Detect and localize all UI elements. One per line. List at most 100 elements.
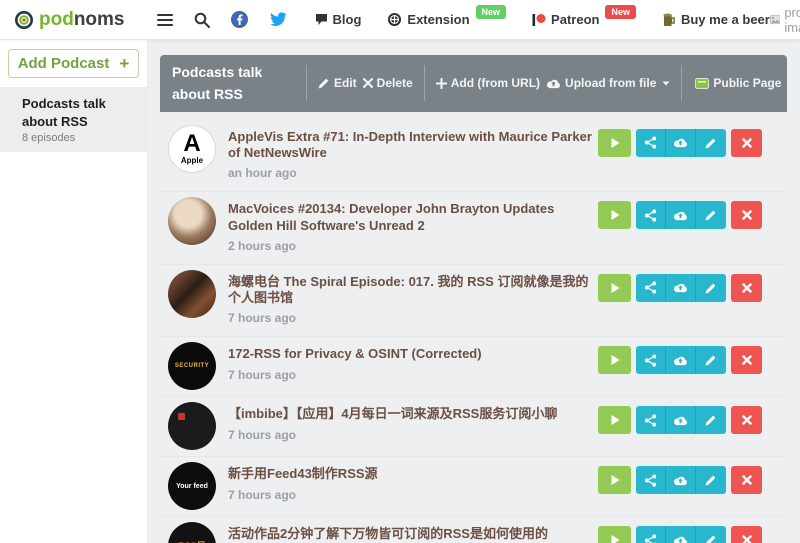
- episode-list: A Apple AppleVis Extra #71: In-Depth Int…: [160, 112, 787, 543]
- share-button[interactable]: [636, 346, 666, 374]
- nav-item-patreon[interactable]: Patreon New: [532, 12, 636, 27]
- twitter-button[interactable]: [267, 10, 289, 29]
- edit-episode-button[interactable]: [696, 526, 726, 543]
- episode-title[interactable]: MacVoices #20134: Developer John Brayton…: [228, 201, 596, 234]
- cloud-download-button[interactable]: [666, 274, 696, 302]
- share-button[interactable]: [636, 526, 666, 543]
- play-button[interactable]: [598, 274, 631, 302]
- edit-episode-button[interactable]: [696, 466, 726, 494]
- play-button[interactable]: [598, 406, 631, 434]
- share-button[interactable]: [636, 129, 666, 157]
- episode-avatar: A Apple: [168, 125, 216, 173]
- delete-episode-button[interactable]: [731, 201, 762, 229]
- nav-item-extension[interactable]: Extension New: [387, 12, 506, 27]
- delete-episode-button[interactable]: [731, 274, 762, 302]
- episode-body: 活动作品2分钟了解下万物皆可订阅的RSS是如何使用的 7 hours ago: [228, 522, 598, 543]
- avatar-subtext: Apple: [181, 157, 203, 165]
- sidebar-item-podcast[interactable]: Podcasts talk about RSS 8 episodes: [0, 87, 147, 152]
- episode-timestamp: 7 hours ago: [228, 368, 598, 382]
- broken-image-icon: [770, 12, 780, 27]
- profile-alt-text: profile-image: [784, 5, 800, 35]
- upload-from-file-label: Upload from file: [565, 76, 656, 90]
- cloud-download-button[interactable]: [666, 129, 696, 157]
- play-icon: [609, 209, 621, 221]
- podnoms-logo-icon: [14, 10, 34, 30]
- play-button[interactable]: [598, 466, 631, 494]
- public-page-button[interactable]: Public Page: [692, 74, 784, 92]
- cloud-download-button[interactable]: [666, 201, 696, 229]
- play-button[interactable]: [598, 346, 631, 374]
- beer-label: Buy me a beer: [681, 12, 770, 27]
- brand-logo[interactable]: podnoms: [14, 9, 125, 31]
- cloud-upload-icon: [673, 137, 688, 148]
- add-from-url-button[interactable]: Add (from URL): [433, 74, 543, 92]
- avatar-text: SECURITY: [175, 363, 209, 369]
- x-icon: [742, 283, 752, 293]
- avatar-text: A: [183, 132, 200, 156]
- episode-title[interactable]: 新手用Feed43制作RSS源: [228, 466, 596, 482]
- patreon-icon: [532, 13, 546, 27]
- delete-episode-button[interactable]: [731, 466, 762, 494]
- episode-action-group: [636, 466, 726, 494]
- delete-episode-button[interactable]: [731, 406, 762, 434]
- edit-episode-button[interactable]: [696, 406, 726, 434]
- share-icon: [644, 534, 657, 543]
- x-icon: [742, 415, 752, 425]
- episode-title[interactable]: 【imbibe】【应用】4月每日一词来源及RSS服务订阅小聊: [228, 406, 596, 422]
- nav-item-blog[interactable]: Blog: [315, 12, 362, 27]
- share-button[interactable]: [636, 406, 666, 434]
- episode-action-group: [636, 406, 726, 434]
- episode-title[interactable]: 活动作品2分钟了解下万物皆可订阅的RSS是如何使用的: [228, 526, 596, 542]
- play-button[interactable]: [598, 201, 631, 229]
- episode-timestamp: 2 hours ago: [228, 239, 598, 253]
- search-button[interactable]: [192, 10, 212, 30]
- edit-episode-button[interactable]: [696, 129, 726, 157]
- plus-icon: [436, 78, 447, 89]
- pencil-icon: [705, 137, 717, 149]
- play-button[interactable]: [598, 129, 631, 157]
- edit-episode-button[interactable]: [696, 346, 726, 374]
- upload-from-file-button[interactable]: Upload from file: [543, 74, 673, 92]
- play-icon: [609, 137, 621, 149]
- profile-menu[interactable]: profile-image: [770, 5, 800, 35]
- episode-action-group: [636, 201, 726, 229]
- episode-timestamp: 7 hours ago: [228, 311, 598, 325]
- cloud-download-button[interactable]: [666, 526, 696, 543]
- episode-row: MacVoices #20134: Developer John Brayton…: [160, 192, 787, 265]
- cloud-upload-icon: [673, 355, 688, 366]
- episode-timestamp: 7 hours ago: [228, 488, 598, 502]
- delete-podcast-button[interactable]: Delete: [360, 74, 416, 92]
- edit-episode-button[interactable]: [696, 201, 726, 229]
- episode-avatar: RSS是: [168, 522, 216, 543]
- delete-episode-button[interactable]: [731, 526, 762, 543]
- pencil-icon: [318, 77, 330, 89]
- add-podcast-button[interactable]: Add Podcast +: [8, 49, 139, 78]
- cloud-download-button[interactable]: [666, 346, 696, 374]
- delete-episode-button[interactable]: [731, 346, 762, 374]
- share-button[interactable]: [636, 466, 666, 494]
- episode-body: AppleVis Extra #71: In-Depth Interview w…: [228, 125, 598, 186]
- episode-actions: [598, 129, 762, 157]
- episode-body: 海螺电台 The Spiral Episode: 017. 我的 RSS 订阅就…: [228, 270, 598, 331]
- plus-icon: +: [119, 55, 129, 72]
- hamburger-menu-button[interactable]: [155, 11, 175, 29]
- edit-episode-button[interactable]: [696, 274, 726, 302]
- add-from-url-label: Add (from URL): [451, 76, 540, 90]
- cloud-download-button[interactable]: [666, 406, 696, 434]
- episode-title[interactable]: AppleVis Extra #71: In-Depth Interview w…: [228, 129, 596, 162]
- episode-title[interactable]: 海螺电台 The Spiral Episode: 017. 我的 RSS 订阅就…: [228, 274, 596, 307]
- episode-title[interactable]: 172-RSS for Privacy & OSINT (Corrected): [228, 346, 596, 362]
- brand-noms: noms: [74, 9, 125, 30]
- episode-avatar: [168, 270, 216, 318]
- pencil-icon: [705, 534, 717, 543]
- nav-item-buy-me-a-beer[interactable]: Buy me a beer: [662, 12, 770, 27]
- share-button[interactable]: [636, 274, 666, 302]
- share-button[interactable]: [636, 201, 666, 229]
- x-icon: [742, 535, 752, 543]
- play-button[interactable]: [598, 526, 631, 543]
- facebook-button[interactable]: [229, 9, 250, 30]
- cloud-download-button[interactable]: [666, 466, 696, 494]
- delete-episode-button[interactable]: [731, 129, 762, 157]
- episode-timestamp: 7 hours ago: [228, 428, 598, 442]
- edit-podcast-button[interactable]: Edit: [315, 74, 360, 92]
